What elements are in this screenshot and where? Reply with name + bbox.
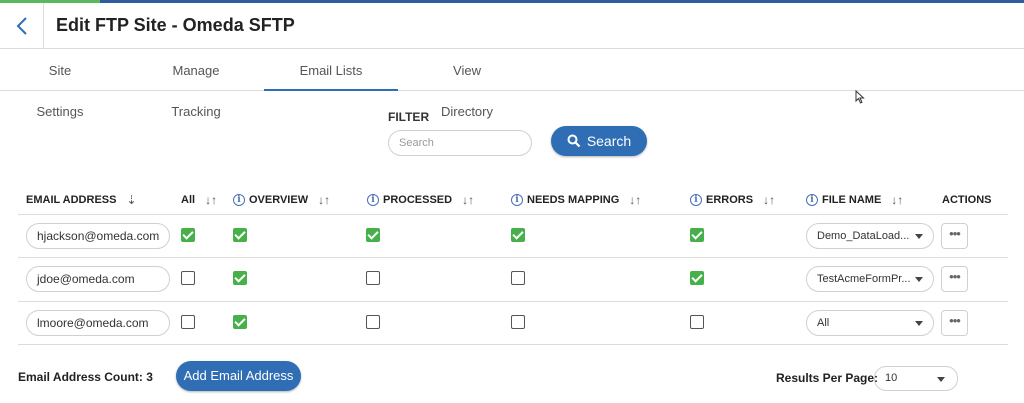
- checkbox-needs-mapping[interactable]: [511, 315, 525, 329]
- info-icon[interactable]: i: [233, 194, 245, 206]
- add-email-address-button[interactable]: Add Email Address: [176, 361, 301, 391]
- info-icon[interactable]: i: [806, 194, 818, 206]
- back-chevron-icon: [16, 16, 27, 35]
- email-field[interactable]: lmoore@omeda.com: [26, 310, 170, 336]
- email-field[interactable]: hjackson@omeda.com: [26, 223, 170, 249]
- sort-icon: ↓↑: [462, 193, 475, 207]
- row-divider: [18, 214, 1008, 215]
- caret-down-icon: [915, 321, 923, 326]
- checkbox-all[interactable]: [181, 271, 195, 285]
- sort-icon: ↓↑: [629, 193, 642, 207]
- page-title: Edit FTP Site - Omeda SFTP: [56, 15, 295, 35]
- column-header-email-label: EMAIL ADDRESS: [26, 194, 117, 206]
- checkbox-needs-mapping[interactable]: [511, 271, 525, 285]
- column-header-needs-mapping-label: NEEDS MAPPING: [527, 194, 620, 206]
- results-per-page-select[interactable]: 10: [874, 366, 958, 391]
- page-header: Edit FTP Site - Omeda SFTP: [0, 2, 1024, 49]
- info-icon[interactable]: i: [690, 194, 702, 206]
- checkbox-all[interactable]: [181, 228, 195, 242]
- file-name-value: Demo_DataLoad...: [817, 230, 910, 242]
- file-name-select[interactable]: Demo_DataLoad...: [806, 223, 934, 249]
- caret-down-icon: [915, 277, 923, 282]
- column-header-file-name[interactable]: i FILE NAME ↓↑: [806, 192, 903, 208]
- checkbox-overview[interactable]: [233, 228, 247, 242]
- caret-down-icon: [915, 234, 923, 239]
- results-per-page-value: 10: [885, 372, 898, 384]
- checkbox-errors[interactable]: [690, 271, 704, 285]
- email-address-count: Email Address Count: 3: [18, 370, 153, 384]
- checkbox-overview[interactable]: [233, 271, 247, 285]
- file-name-select[interactable]: All: [806, 310, 934, 336]
- search-input[interactable]: [388, 130, 532, 156]
- row-actions-button[interactable]: •••: [941, 223, 968, 249]
- row-divider: [18, 257, 1008, 258]
- sort-icon: ↓↑: [205, 193, 218, 207]
- checkbox-all[interactable]: [181, 315, 195, 329]
- column-header-processed[interactable]: i PROCESSED ↓↑: [367, 192, 474, 208]
- sort-icon: ↓↑: [318, 193, 331, 207]
- search-button-label: Search: [586, 133, 632, 149]
- tab-view-directory[interactable]: View Directory: [428, 50, 506, 119]
- column-header-overview[interactable]: i OVERVIEW ↓↑: [233, 192, 330, 208]
- tab-email-lists[interactable]: Email Lists: [264, 50, 398, 91]
- column-header-needs-mapping[interactable]: i NEEDS MAPPING ↓↑: [511, 192, 641, 208]
- checkbox-processed[interactable]: [366, 315, 380, 329]
- sort-icon: ⇣: [126, 193, 137, 207]
- file-name-select[interactable]: TestAcmeFormPr...: [806, 266, 934, 292]
- checkbox-errors[interactable]: [690, 315, 704, 329]
- column-header-processed-label: PROCESSED: [383, 194, 453, 206]
- checkbox-processed[interactable]: [366, 271, 380, 285]
- back-button[interactable]: [0, 2, 44, 49]
- checkbox-errors[interactable]: [690, 228, 704, 242]
- filter-label: FILTER: [388, 110, 430, 124]
- search-icon: [567, 134, 581, 148]
- sort-icon: ↓↑: [891, 193, 904, 207]
- row-divider: [18, 344, 1008, 345]
- column-header-overview-label: OVERVIEW: [249, 194, 309, 206]
- tab-manage-tracking[interactable]: Manage Tracking: [150, 50, 242, 119]
- column-header-all[interactable]: All ↓↑: [181, 192, 217, 208]
- file-name-value: All: [817, 317, 830, 329]
- column-header-actions: ACTIONS: [942, 192, 992, 208]
- checkbox-processed[interactable]: [366, 228, 380, 242]
- results-per-page-label: Results Per Page:: [776, 371, 879, 385]
- file-name-value: TestAcmeFormPr...: [817, 273, 911, 285]
- column-header-email[interactable]: EMAIL ADDRESS ⇣: [26, 192, 137, 208]
- checkbox-overview[interactable]: [233, 315, 247, 329]
- row-actions-button[interactable]: •••: [941, 310, 968, 336]
- tab-site-settings[interactable]: Site Settings: [26, 50, 94, 119]
- search-button[interactable]: Search: [551, 126, 647, 156]
- mouse-cursor-icon: [855, 90, 865, 104]
- column-header-actions-label: ACTIONS: [942, 194, 992, 206]
- checkbox-needs-mapping[interactable]: [511, 228, 525, 242]
- info-icon[interactable]: i: [511, 194, 523, 206]
- email-field[interactable]: jdoe@omeda.com: [26, 266, 170, 292]
- tab-bar: Site Settings Manage Tracking Email List…: [0, 50, 1024, 119]
- caret-down-icon: [937, 377, 945, 382]
- info-icon[interactable]: i: [367, 194, 379, 206]
- column-header-all-label: All: [181, 194, 196, 206]
- column-header-errors-label: ERRORS: [706, 194, 754, 206]
- column-header-errors[interactable]: i ERRORS ↓↑: [690, 192, 775, 208]
- row-divider: [18, 301, 1008, 302]
- row-actions-button[interactable]: •••: [941, 266, 968, 292]
- column-header-file-name-label: FILE NAME: [822, 194, 882, 206]
- sort-icon: ↓↑: [763, 193, 776, 207]
